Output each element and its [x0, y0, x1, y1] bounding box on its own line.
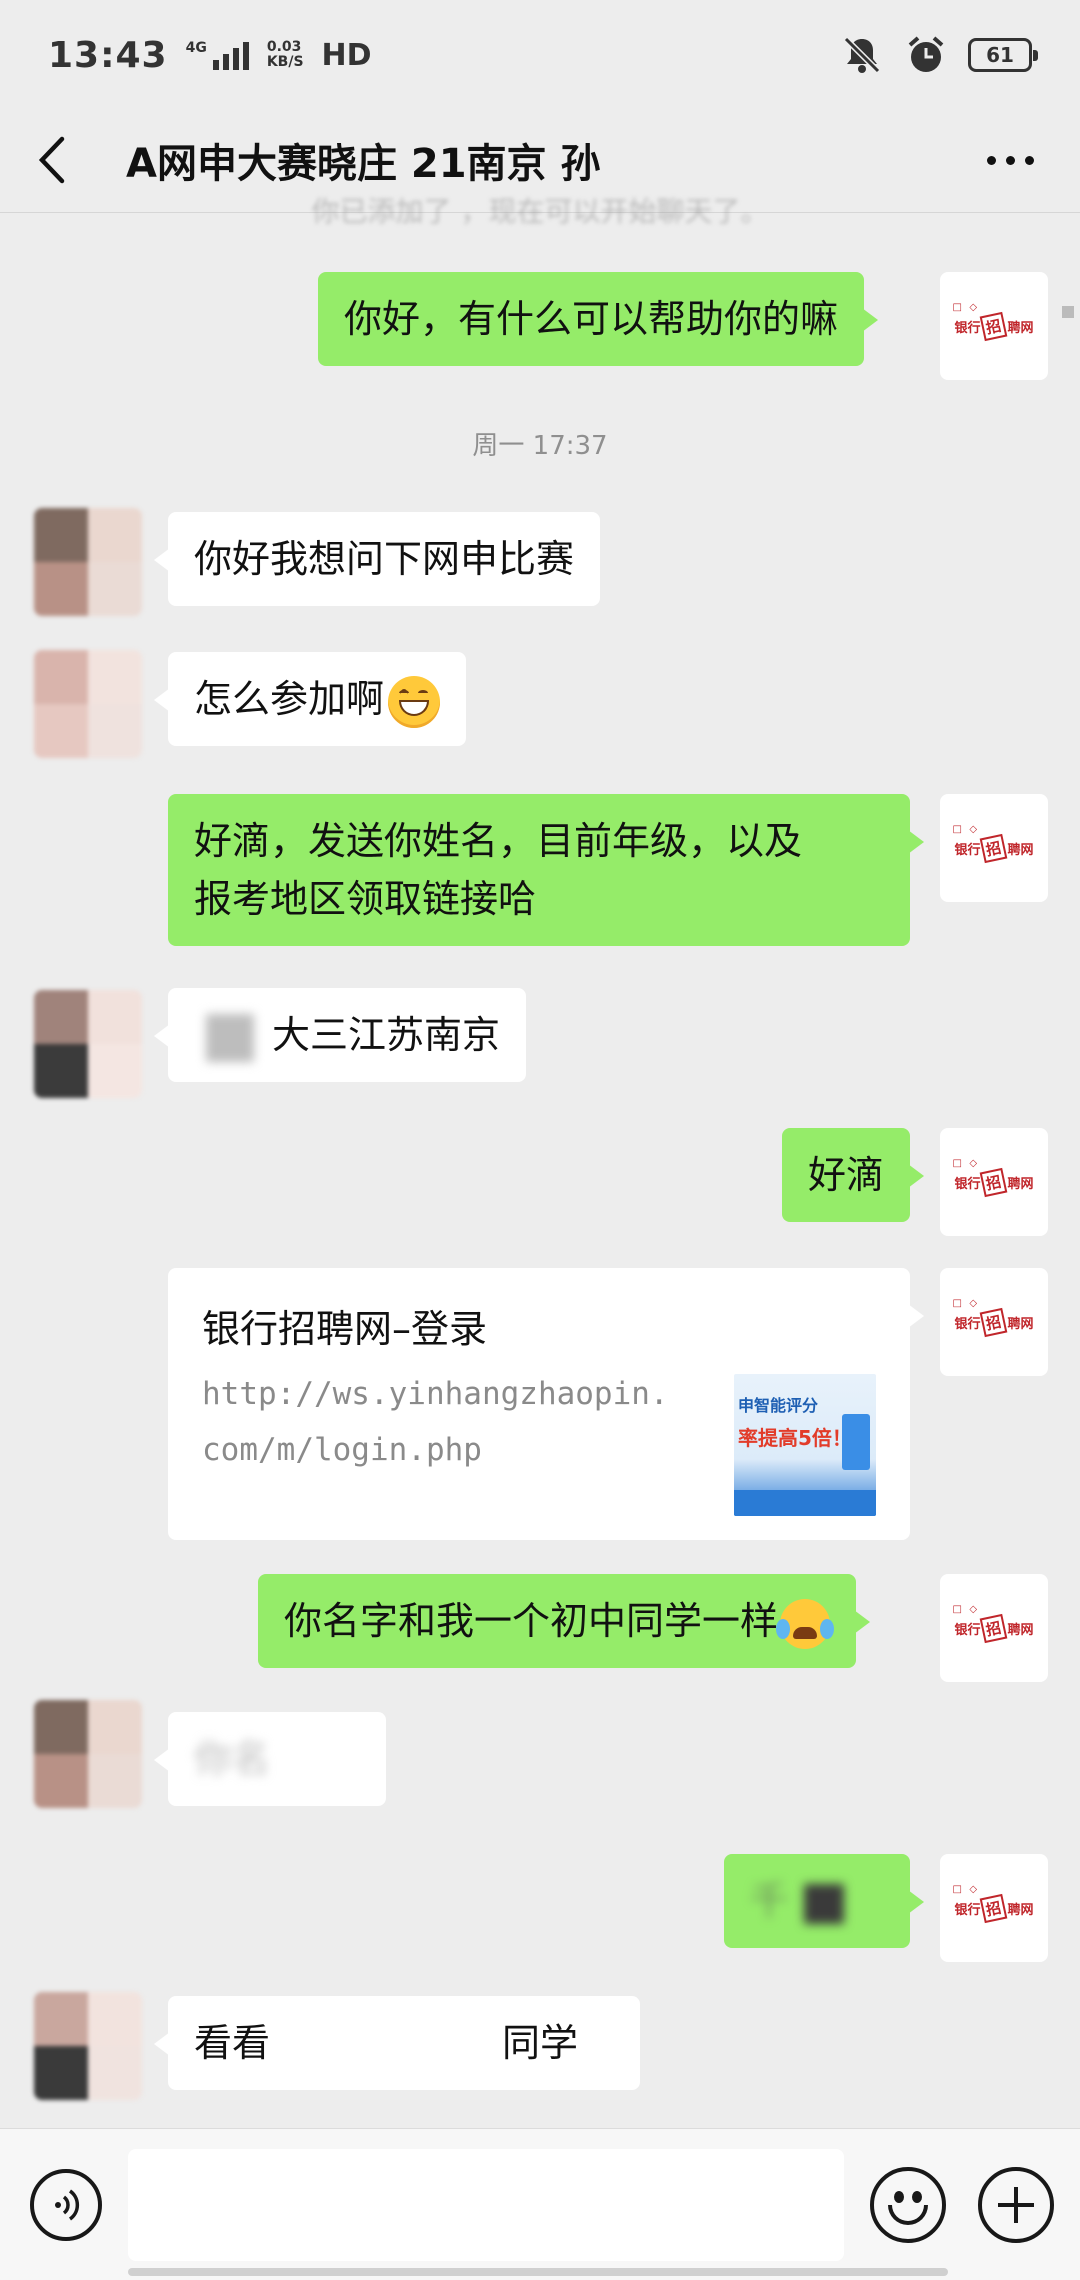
- bank-logo-icon: □ ◇ 银行招聘网: [952, 1884, 1034, 1923]
- chat-title: A网申大赛晓庄 21南京 孙: [126, 141, 601, 187]
- avatar-bank[interactable]: □ ◇ 银行招聘网: [940, 1854, 1048, 1962]
- avatar-bank[interactable]: □ ◇ 银行招聘网: [940, 272, 1048, 380]
- redacted-text: [270, 2025, 503, 2066]
- input-bar: [0, 2128, 1080, 2280]
- status-bar: 13:43 4G 0.03 KB/S HD 61: [0, 0, 1080, 110]
- avatar-user[interactable]: [34, 650, 142, 758]
- chevron-left-icon: [38, 136, 65, 184]
- bank-logo-icon: □ ◇ 银行招聘网: [952, 302, 1034, 341]
- avatar-user[interactable]: [34, 1700, 142, 1808]
- mute-bell-icon: [843, 36, 881, 74]
- link-card[interactable]: 银行招聘网–登录 http://ws.yinhangzhaopin.com/m/…: [168, 1268, 924, 1540]
- emoji-icon: [894, 2191, 904, 2203]
- more-button[interactable]: [977, 146, 1044, 175]
- bank-logo-icon: □ ◇ 银行招聘网: [952, 1158, 1034, 1197]
- message-bubble-incoming[interactable]: 看看 同学: [154, 1996, 640, 2090]
- plus-button[interactable]: [978, 2167, 1054, 2243]
- avatar-bank[interactable]: □ ◇ 银行招聘网: [940, 1128, 1048, 1236]
- avatar-user[interactable]: [34, 990, 142, 1098]
- bank-logo-icon: □ ◇ 银行招聘网: [952, 1604, 1034, 1643]
- emoji-button[interactable]: [870, 2167, 946, 2243]
- avatar-bank[interactable]: □ ◇ 银行招聘网: [940, 794, 1048, 902]
- link-title: 银行招聘网–登录: [202, 1307, 488, 1351]
- message-bubble-outgoing[interactable]: 你好，有什么可以帮助你的嘛: [318, 272, 879, 366]
- voice-icon: [55, 2189, 80, 2221]
- redacted-text: [804, 1883, 845, 1924]
- message-bubble-outgoing[interactable]: 好滴，发送你姓名，目前年级，以及 报考地区领取链接哈: [168, 794, 924, 946]
- avatar-user[interactable]: [34, 508, 142, 616]
- message-bubble-outgoing[interactable]: 好滴: [782, 1128, 925, 1222]
- network-type: 4G: [185, 40, 207, 56]
- message-bubble-outgoing[interactable]: 千: [724, 1854, 924, 1948]
- more-dots-icon: [987, 155, 996, 165]
- bank-logo-icon: □ ◇ 银行招聘网: [952, 824, 1034, 863]
- network-speed: 0.03 KB/S: [266, 39, 304, 70]
- avatar-user[interactable]: [34, 1992, 142, 2100]
- message-bubble-incoming[interactable]: 你好我想问下网申比赛: [153, 512, 601, 606]
- redacted-text: [206, 1013, 254, 1062]
- link-url: http://ws.yinhangzhaopin.com/m/login.php: [202, 1376, 669, 1468]
- nav-gesture-bar[interactable]: [128, 2268, 948, 2276]
- battery-icon: 61: [968, 38, 1038, 72]
- clock: 13:43: [48, 34, 168, 76]
- system-note: 你已添加了 ，现在可以开始聊天了。: [311, 195, 769, 228]
- avatar-bank[interactable]: □ ◇ 银行招聘网: [940, 1268, 1048, 1376]
- hd-indicator: HD: [321, 37, 372, 73]
- message-bubble-outgoing[interactable]: 你名字和我一个初中同学一样: [258, 1574, 871, 1668]
- message-input[interactable]: [128, 2149, 844, 2261]
- bank-logo-icon: □ ◇ 银行招聘网: [952, 1298, 1034, 1337]
- message-bubble-incoming[interactable]: 怎么参加啊: [153, 652, 467, 746]
- message-bubble-incoming[interactable]: 大三江苏南京: [153, 988, 527, 1082]
- alarm-icon: [908, 36, 944, 72]
- voice-button[interactable]: [30, 2169, 102, 2241]
- time-divider: 周一 17:37: [472, 431, 608, 461]
- back-button[interactable]: [36, 130, 86, 190]
- message-bubble-incoming[interactable]: 你名: [154, 1712, 386, 1806]
- grinning-face-icon: [388, 675, 441, 728]
- signal-icon: 4G: [186, 40, 249, 70]
- avatar-bank[interactable]: □ ◇ 银行招聘网: [940, 1574, 1048, 1682]
- link-thumbnail: 申智能评分 率提高5倍！: [734, 1374, 876, 1516]
- crying-face-icon: [776, 1598, 835, 1649]
- scroll-indicator: [1062, 306, 1074, 318]
